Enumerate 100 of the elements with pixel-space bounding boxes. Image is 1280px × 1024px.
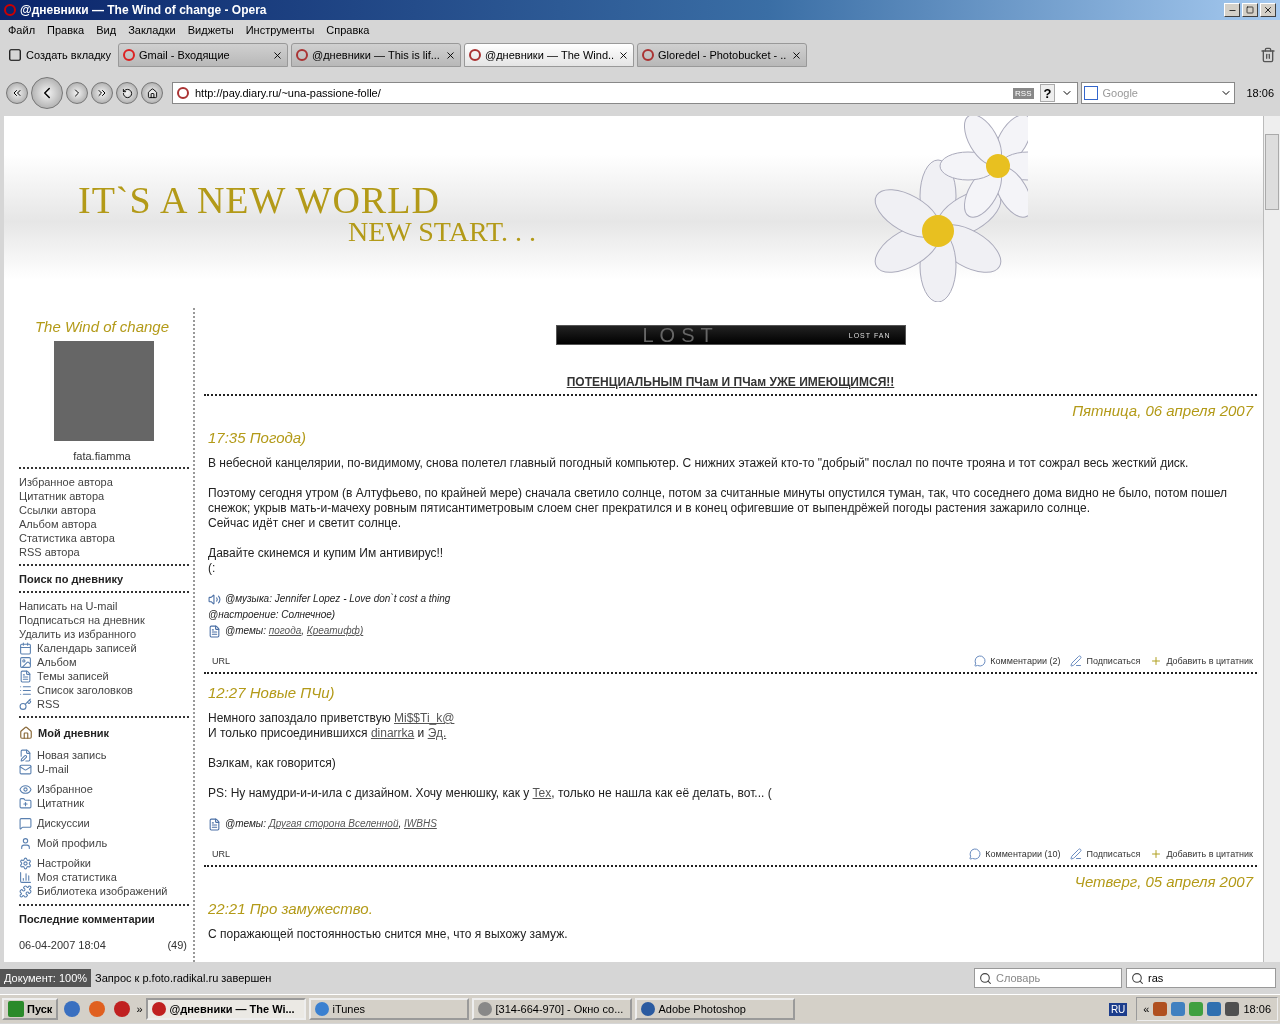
home-icon <box>146 87 158 99</box>
back-button[interactable] <box>31 77 63 109</box>
tray-icon[interactable] <box>1171 1002 1186 1016</box>
document-icon <box>208 817 221 831</box>
tray-icon[interactable] <box>1153 1002 1168 1016</box>
menu-item[interactable]: Файл <box>2 24 42 36</box>
menu-item[interactable]: Закладки <box>122 24 182 36</box>
sidebar-link[interactable]: Написать на U-mail <box>19 599 193 613</box>
sidebar-link[interactable]: Статистика автора <box>19 531 193 545</box>
forward-button[interactable] <box>66 82 88 104</box>
language-indicator[interactable]: RU <box>1108 1002 1128 1016</box>
subscribe-link[interactable]: Подписаться <box>1086 656 1141 666</box>
announcement-link[interactable]: ПОТЕНЦИАЛЬНЫМ ПЧам И ПЧам УЖЕ ИМЕЮЩИМСЯ!! <box>566 375 895 389</box>
sidebar-link[interactable]: Моя статистика <box>37 870 117 884</box>
menu-item[interactable]: Правка <box>41 24 91 36</box>
link[interactable]: Эд. <box>427 726 447 740</box>
menu-item[interactable]: Инструменты <box>239 24 321 36</box>
sidebar-link[interactable]: Новая запись <box>37 748 107 762</box>
sidebar-link[interactable]: Мой профиль <box>37 836 108 850</box>
tray-icon[interactable] <box>1207 1002 1222 1016</box>
url-link[interactable]: URL <box>212 849 230 859</box>
quote-link[interactable]: Добавить в цитатник <box>1166 656 1253 666</box>
my-diary-link[interactable]: Мой дневник <box>38 726 110 740</box>
comments-link[interactable]: Комментарии (10) <box>985 849 1061 859</box>
scrollbar[interactable] <box>1263 116 1280 962</box>
new-tab-button[interactable]: Создать вкладку <box>4 43 116 67</box>
tab[interactable]: @дневники — The Wind... <box>464 43 635 67</box>
menu-item[interactable]: Справка <box>320 24 376 36</box>
sidebar-link[interactable]: Цитатник <box>37 796 85 810</box>
sidebar-link[interactable]: RSS <box>37 697 60 711</box>
sidebar-link[interactable]: Удалить из избранного <box>19 627 193 641</box>
sidebar-link[interactable]: Календарь записей <box>37 641 137 655</box>
close-icon[interactable] <box>445 49 457 61</box>
start-button[interactable]: Пуск <box>2 998 59 1020</box>
plus-icon <box>1150 655 1163 667</box>
scroll-thumb[interactable] <box>1265 134 1279 210</box>
home-icon <box>19 726 33 740</box>
help-button[interactable]: ? <box>1039 84 1056 102</box>
reload-button[interactable] <box>116 82 138 104</box>
dictionary-field[interactable]: Словарь <box>974 968 1122 988</box>
topic-link[interactable]: IWBHS <box>404 818 437 829</box>
rewind-icon <box>11 87 23 99</box>
status-message: Запрос к p.foto.radikal.ru завершен <box>95 972 273 984</box>
taskbar-button[interactable]: Adobe Photoshop <box>634 998 795 1020</box>
paragraph: Вэлкам, как говорится) <box>208 756 337 771</box>
tab[interactable]: Gloredel - Photobucket - ... <box>637 43 808 67</box>
maximize-button[interactable] <box>1242 3 1258 17</box>
close-button[interactable] <box>1260 3 1276 17</box>
menu-item[interactable]: Вид <box>90 24 123 36</box>
comments-link[interactable]: Комментарии (2) <box>990 656 1061 666</box>
taskbar-button[interactable]: iTunes <box>308 998 469 1020</box>
chevron[interactable]: « <box>1143 1003 1150 1015</box>
link[interactable]: dinarrka <box>370 726 415 740</box>
search-field[interactable]: ras <box>1126 968 1276 988</box>
comment-date[interactable]: 06-04-2007 18:04 <box>19 939 106 951</box>
username[interactable]: fata.fiamma <box>19 450 193 462</box>
document-icon <box>19 669 32 683</box>
pen-file-icon <box>19 748 32 762</box>
sidebar-link[interactable]: Темы записей <box>37 669 109 683</box>
rewind-button[interactable] <box>6 82 28 104</box>
sidebar-link[interactable]: Цитатник автора <box>19 489 193 503</box>
sidebar-link[interactable]: Ссылки автора <box>19 503 193 517</box>
sidebar-link[interactable]: Дискуссии <box>37 816 90 830</box>
topic-link[interactable]: Креатифф) <box>306 625 364 636</box>
taskbar-button[interactable]: [314-664-970] - Окно со... <box>471 998 632 1020</box>
sidebar-link[interactable]: Избранное <box>37 782 93 796</box>
close-icon[interactable] <box>791 49 803 61</box>
sidebar-link[interactable]: Альбом автора <box>19 517 193 531</box>
rss-badge[interactable]: RSS <box>1013 87 1034 99</box>
trash-icon[interactable] <box>1260 47 1276 63</box>
address-field[interactable]: http://pay.diary.ru/~una-passione-folle/ RSS ? <box>172 82 1079 104</box>
url-link[interactable]: URL <box>212 656 230 666</box>
menu-item[interactable]: Виджеты <box>181 24 240 36</box>
tray-icon[interactable] <box>1225 1002 1240 1016</box>
site-icon <box>296 49 309 61</box>
tab[interactable]: @дневники — This is lif... <box>291 43 462 67</box>
sidebar-link[interactable]: Список заголовков <box>37 683 133 697</box>
paragraph: Немного запоздало приветствую Mi$$Ti_k@ <box>208 711 456 726</box>
close-icon[interactable] <box>272 49 284 61</box>
taskbar-button[interactable]: @дневники — The Wi... <box>145 998 306 1020</box>
sidebar-link[interactable]: Избранное автора <box>19 475 193 489</box>
sidebar-link[interactable]: Подписаться на дневник <box>19 613 193 627</box>
link[interactable]: Mi$$Ti_k@ <box>394 711 455 725</box>
tray-icon[interactable] <box>1189 1002 1204 1016</box>
minimize-button[interactable] <box>1224 3 1240 17</box>
sidebar-link[interactable]: RSS автора <box>19 545 193 559</box>
subscribe-link[interactable]: Подписаться <box>1086 849 1141 859</box>
zoom-indicator[interactable]: Документ: 100% <box>0 969 92 987</box>
home-button[interactable] <box>141 82 163 104</box>
quote-link[interactable]: Добавить в цитатник <box>1166 849 1253 859</box>
search-link[interactable]: Поиск по дневнику <box>19 572 193 586</box>
close-icon[interactable] <box>618 49 630 61</box>
sidebar-link[interactable]: Настройки <box>37 856 91 870</box>
tab[interactable]: Gmail - Входящие <box>118 43 289 67</box>
sidebar-link[interactable]: U-mail <box>37 762 69 776</box>
fast-forward-button[interactable] <box>91 82 113 104</box>
chevron[interactable]: » <box>136 1003 143 1015</box>
app-icon <box>151 1002 166 1016</box>
sidebar-link[interactable]: Альбом <box>37 655 77 669</box>
sidebar-link[interactable]: Библиотека изображений <box>37 884 168 898</box>
